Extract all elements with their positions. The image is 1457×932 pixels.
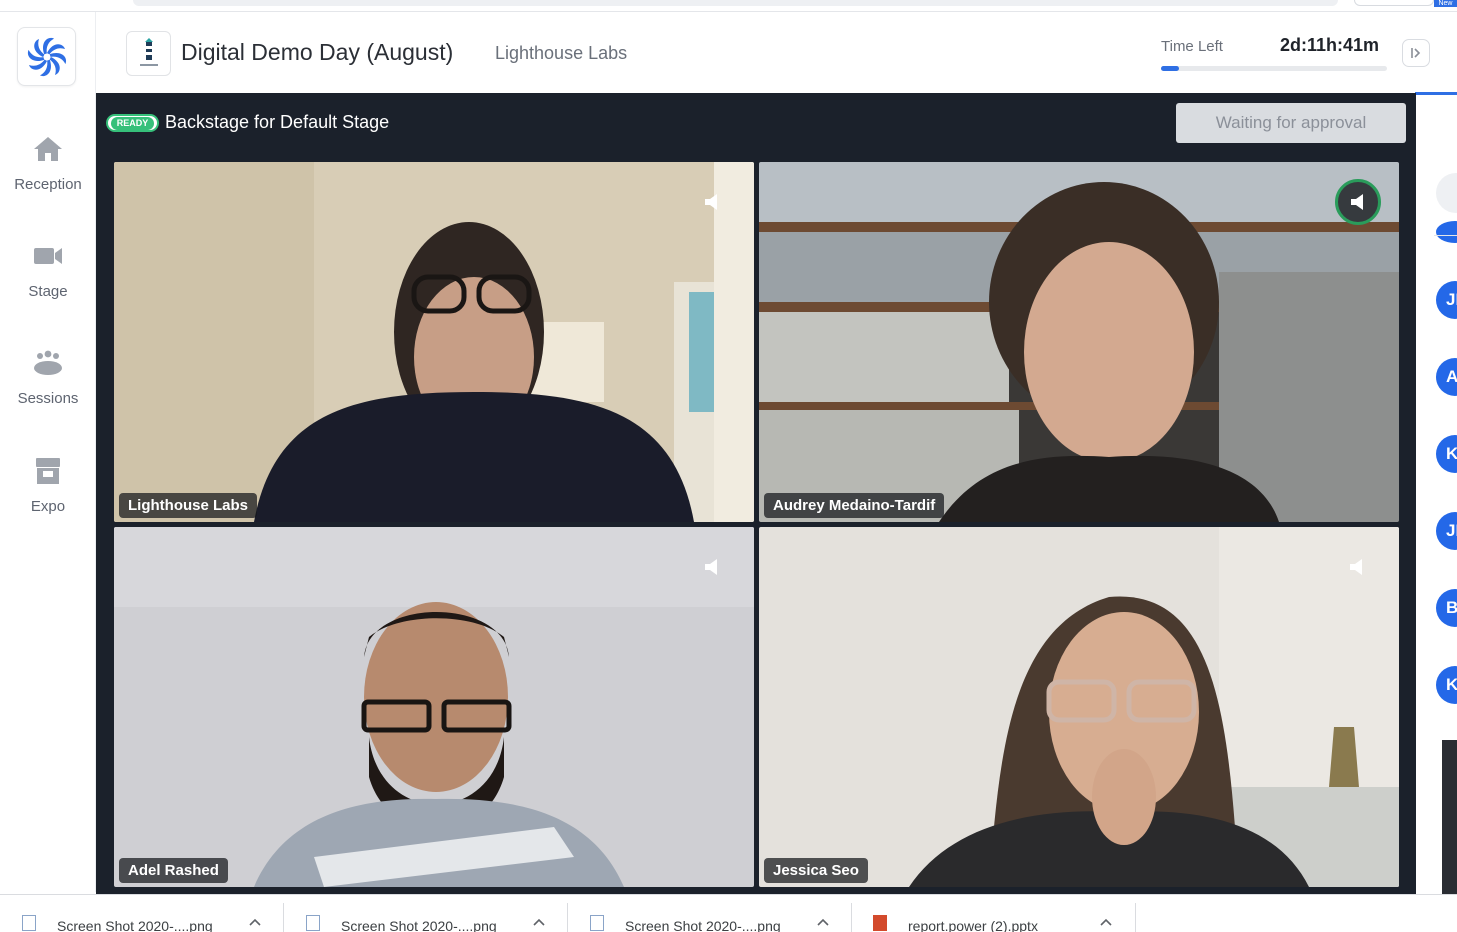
image-file-icon	[22, 915, 36, 931]
panel-divider	[1434, 235, 1457, 236]
sidebar-item-sessions[interactable]: Sessions	[0, 348, 96, 407]
sidebar-item-label: Stage	[28, 283, 68, 300]
video-tile[interactable]: Adel Rashed	[114, 527, 754, 887]
download-item[interactable]: report.power (2).pptx	[873, 895, 1133, 932]
event-title: Digital Demo Day (August)	[181, 39, 454, 65]
speaking-indicator-icon[interactable]	[1335, 179, 1381, 225]
time-progress-bar	[1161, 66, 1387, 71]
download-item[interactable]: Screen Shot 2020-....png	[306, 895, 566, 932]
download-separator	[567, 903, 568, 932]
collapse-panel-button[interactable]	[1402, 39, 1430, 67]
video-camera-icon	[32, 241, 64, 271]
sidebar-item-reception[interactable]: Reception	[0, 134, 96, 193]
lighthouse-logo-icon	[139, 37, 158, 66]
chevron-up-icon[interactable]	[1099, 917, 1113, 927]
avatar[interactable]: JI	[1436, 281, 1457, 319]
avatar[interactable]: JI	[1436, 512, 1457, 550]
participant-video	[759, 527, 1399, 887]
avatar[interactable]	[1436, 221, 1457, 243]
download-item[interactable]: Screen Shot 2020-....png	[590, 895, 850, 932]
downloads-bar: Screen Shot 2020-....png Screen Shot 202…	[0, 894, 1457, 932]
left-sidebar: Reception Stage Sessions Expo	[0, 12, 96, 892]
download-separator	[1135, 903, 1136, 932]
avatar[interactable]: B(	[1436, 589, 1457, 627]
participant-name: Jessica Seo	[764, 858, 868, 883]
download-file-name: Screen Shot 2020-....png	[625, 918, 781, 932]
speaker-icon[interactable]	[697, 187, 727, 217]
avatar[interactable]: AI	[1436, 358, 1457, 396]
image-file-icon	[590, 915, 604, 931]
sidebar-item-label: Sessions	[17, 390, 79, 407]
avatar[interactable]: KI	[1436, 666, 1457, 704]
status-badge: READY	[106, 114, 159, 132]
top-pill-button[interactable]	[1354, 0, 1434, 6]
hopin-spiral-logo-icon	[27, 37, 66, 76]
download-file-name: Screen Shot 2020-....png	[57, 918, 213, 932]
video-tile[interactable]: Audrey Medaino-Tardif	[759, 162, 1399, 522]
horizontal-scrollbar[interactable]	[133, 0, 1338, 6]
time-progress-fill	[1161, 66, 1180, 71]
participant-video	[114, 162, 754, 522]
storefront-icon	[32, 456, 64, 486]
organizer-name[interactable]: Lighthouse Labs	[495, 43, 627, 64]
sidebar-item-label: Expo	[30, 498, 66, 515]
participant-video	[759, 162, 1399, 522]
speaker-icon[interactable]	[1342, 552, 1372, 582]
chevron-up-icon[interactable]	[816, 917, 830, 927]
participant-name: Lighthouse Labs	[119, 493, 257, 518]
event-logo[interactable]	[126, 31, 171, 76]
time-left-label: Time Left	[1161, 38, 1223, 55]
download-item[interactable]: Screen Shot 2020-....png	[22, 895, 282, 932]
participant-video	[114, 527, 754, 887]
event-header: Digital Demo Day (August) Lighthouse Lab…	[97, 12, 1457, 95]
backstage-area: READY Backstage for Default Stage Waitin…	[96, 93, 1416, 894]
video-tile[interactable]: Lighthouse Labs	[114, 162, 754, 522]
sidebar-item-expo[interactable]: Expo	[0, 456, 96, 515]
home-icon	[32, 134, 64, 164]
download-file-name: Screen Shot 2020-....png	[341, 918, 497, 932]
stage-title: Backstage for Default Stage	[165, 112, 390, 132]
panel-accent-line	[1416, 93, 1457, 95]
video-tile[interactable]: Jessica Seo	[759, 527, 1399, 887]
people-group-icon	[32, 348, 64, 378]
chevron-right-icon	[1411, 48, 1421, 58]
new-tag: New	[1434, 0, 1457, 7]
download-separator	[283, 903, 284, 932]
chevron-up-icon[interactable]	[532, 917, 546, 927]
browser-top-strip: New	[0, 0, 1457, 12]
time-left-value: 2d:11h:41m	[1280, 35, 1380, 55]
participant-name: Audrey Medaino-Tardif	[764, 493, 945, 518]
download-file-name: report.power (2).pptx	[908, 918, 1038, 932]
waiting-approval-button[interactable]: Waiting for approval	[1176, 103, 1406, 143]
download-separator	[851, 903, 852, 932]
powerpoint-file-icon	[873, 915, 887, 931]
chevron-up-icon[interactable]	[248, 917, 262, 927]
avatar[interactable]: K	[1436, 435, 1457, 473]
image-file-icon	[306, 915, 320, 931]
speaker-icon[interactable]	[697, 552, 727, 582]
app-logo[interactable]	[17, 27, 76, 86]
panel-circle-button[interactable]	[1436, 173, 1457, 213]
participant-name: Adel Rashed	[119, 858, 228, 883]
sidebar-item-stage[interactable]: Stage	[0, 241, 96, 300]
sidebar-item-label: Reception	[14, 176, 82, 193]
